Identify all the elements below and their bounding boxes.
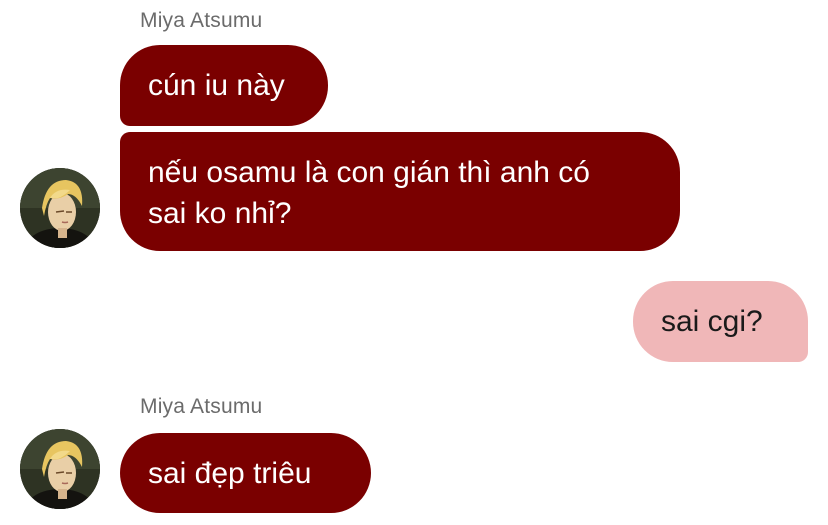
incoming-message-bubble[interactable]: sai đẹp triêu	[120, 433, 371, 513]
message-text: sai cgi?	[661, 305, 763, 338]
message-text: sai đẹp triêu	[148, 457, 312, 490]
sender-name: Miya Atsumu	[140, 9, 263, 32]
avatar-icon	[20, 168, 100, 248]
sender-avatar[interactable]	[20, 429, 100, 509]
sender-name: Miya Atsumu	[140, 395, 263, 418]
incoming-message-bubble[interactable]: cún iu này	[120, 45, 328, 126]
incoming-message-bubble[interactable]: nếu osamu là con gián thì anh có sai ko …	[120, 132, 680, 251]
avatar-icon	[20, 429, 100, 509]
message-text: cún iu này	[148, 69, 285, 102]
message-text-line: sai ko nhỉ?	[148, 197, 292, 230]
message-text-line: nếu osamu là con gián thì anh có	[148, 156, 590, 189]
sender-avatar[interactable]	[20, 168, 100, 248]
outgoing-message-bubble[interactable]: sai cgi?	[633, 281, 808, 362]
